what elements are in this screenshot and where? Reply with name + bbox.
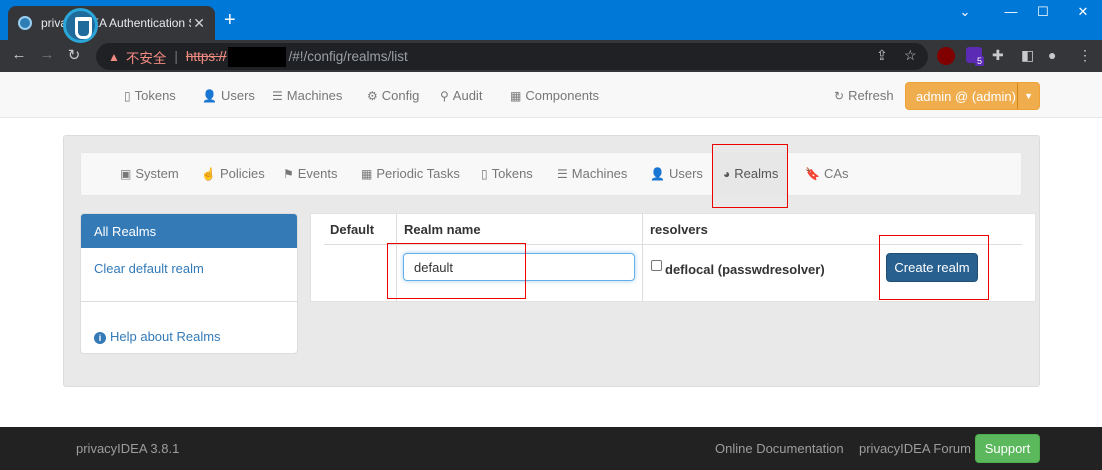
tab-machines[interactable]: ☰ Machines (557, 166, 627, 181)
refresh-icon: ↻ (834, 89, 845, 103)
online-documentation-link[interactable]: Online Documentation (715, 441, 844, 456)
hand-icon: ☝ (201, 167, 216, 181)
back-icon[interactable]: ← (8, 46, 30, 63)
maximize-icon[interactable]: ☐ (1028, 4, 1058, 20)
nav-components-label: Components (525, 88, 600, 103)
info-icon: i (94, 332, 106, 344)
new-tab-button[interactable]: + (224, 10, 236, 30)
bookmark-icon: 🔖 (805, 167, 820, 181)
flag-icon: ⚑ (283, 167, 294, 181)
mobile-icon: ▯ (124, 89, 131, 103)
tab-system-label: System (135, 166, 179, 181)
nav-components[interactable]: ▦ Components (510, 88, 599, 103)
url-scheme: https:// (185, 49, 227, 64)
annotation-box-realm-name (387, 243, 526, 299)
insecure-label: 不安全 (125, 50, 167, 66)
nav-users[interactable]: 👤 Users (202, 88, 255, 103)
admin-label: admin @ (admin) (916, 88, 1016, 104)
tab-periodic-tasks-label: Periodic Tasks (376, 166, 460, 181)
browser-titlebar: privacyIDEA Authentication Sy ✕ + ⌄ — ☐ … (0, 0, 1102, 40)
tab-users-label: Users (668, 166, 703, 181)
header-realm-name: Realm name (404, 222, 481, 237)
header-default: Default (330, 222, 375, 237)
tab-cas-label: CAs (823, 166, 849, 181)
browser-menu-icon[interactable]: ⋮ (1078, 47, 1092, 64)
annotation-box-create-realm (879, 235, 989, 300)
bookmark-star-icon[interactable]: ☆ (904, 47, 917, 64)
url-separator: | (174, 49, 178, 64)
tab-system[interactable]: ▣ System (120, 166, 179, 181)
sidebar-divider (81, 301, 297, 302)
tab-cas[interactable]: 🔖 CAs (805, 166, 849, 181)
resolver-label: deflocal (passwdresolver) (665, 262, 825, 277)
support-button[interactable]: Support (975, 434, 1040, 463)
sidebar-all-realms[interactable]: All Realms (81, 214, 297, 248)
tab-periodic-tasks[interactable]: ▦ Periodic Tasks (361, 166, 460, 181)
extension-badge: 5 (975, 56, 985, 66)
share-icon[interactable]: ⇪ (876, 47, 888, 64)
nav-tokens[interactable]: ▯ Tokens (124, 88, 176, 103)
tab-close-icon[interactable]: ✕ (193, 15, 205, 32)
extensions-puzzle-icon[interactable]: ✚ (992, 47, 1004, 64)
table-icon: ▦ (510, 89, 522, 103)
tab-tokens[interactable]: ▯ Tokens (481, 166, 533, 181)
header-resolvers: resolvers (650, 222, 708, 237)
privacyidea-logo[interactable] (63, 8, 98, 43)
close-window-icon[interactable]: ✕ (1068, 4, 1098, 20)
warning-icon: ▲ (108, 49, 120, 64)
forward-icon[interactable]: → (36, 46, 58, 63)
address-bar[interactable]: ▲ 不安全 | https:// /#!/config/realms/list (96, 43, 928, 70)
nav-machines[interactable]: ☰ Machines (272, 88, 342, 103)
browser-tab[interactable]: privacyIDEA Authentication Sy ✕ (8, 6, 215, 40)
user-icon: 👤 (202, 89, 217, 103)
admin-dropdown-button[interactable]: admin @ (admin) ▼ (905, 82, 1040, 110)
nav-config[interactable]: ⚙ Config (367, 88, 419, 103)
briefcase-icon: ▣ (120, 167, 132, 181)
tab-policies[interactable]: ☝ Policies (201, 166, 265, 181)
privacyidea-favicon-icon (18, 16, 32, 30)
forum-link[interactable]: privacyIDEA Forum (859, 441, 971, 456)
refresh-label: Refresh (848, 88, 894, 103)
url-host-redacted (228, 46, 287, 67)
minimize-icon[interactable]: — (996, 4, 1026, 19)
tab-users[interactable]: 👤 Users (650, 166, 703, 181)
clear-default-realm-link[interactable]: Clear default realm (94, 261, 204, 276)
tab-policies-label: Policies (219, 166, 265, 181)
gear-icon: ⚙ (367, 89, 378, 103)
tab-events-label: Events (297, 166, 338, 181)
tab-tokens-label: Tokens (491, 166, 533, 181)
server-icon: ☰ (272, 89, 283, 103)
side-panel-icon[interactable]: ◧ (1021, 47, 1034, 64)
user-icon: 👤 (650, 167, 665, 181)
nav-tokens-label: Tokens (134, 88, 176, 103)
column-divider (642, 214, 643, 301)
mobile-icon: ▯ (481, 167, 488, 181)
help-about-realms-label: Help about Realms (110, 329, 221, 344)
version-label: privacyIDEA 3.8.1 (76, 441, 180, 456)
tab-events[interactable]: ⚑ Events (283, 166, 338, 181)
url-path: /#!/config/realms/list (288, 49, 408, 64)
refresh-button[interactable]: ↻ Refresh (834, 88, 894, 103)
resolver-checkbox[interactable] (651, 260, 662, 271)
nav-machines-label: Machines (286, 88, 343, 103)
tab-machines-label: Machines (571, 166, 628, 181)
help-about-realms-link[interactable]: i Help about Realms (94, 329, 221, 344)
caret-down-icon: ▼ (1017, 83, 1039, 109)
calendar-icon: ▦ (361, 167, 373, 181)
tab-search-icon[interactable]: ⌄ (950, 4, 980, 20)
search-icon: ⚲ (440, 89, 449, 103)
profile-icon[interactable]: ● (1048, 47, 1056, 63)
nav-audit-label: Audit (452, 88, 483, 103)
ublock-extension-icon[interactable] (937, 47, 955, 65)
annotation-box-realms-tab (712, 144, 788, 208)
nav-audit[interactable]: ⚲ Audit (440, 88, 482, 103)
reload-icon[interactable]: ↻ (63, 46, 85, 64)
nav-users-label: Users (220, 88, 255, 103)
server-icon: ☰ (557, 167, 568, 181)
nav-config-label: Config (381, 88, 420, 103)
